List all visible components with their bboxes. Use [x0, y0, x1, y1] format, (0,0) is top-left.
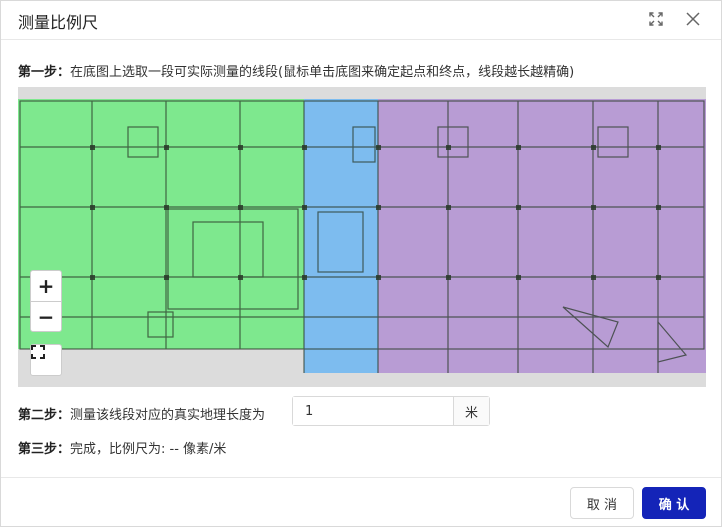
floorplan-map[interactable]: + −	[18, 87, 706, 387]
dialog-title: 测量比例尺	[18, 13, 99, 32]
zoom-out-button[interactable]: −	[31, 301, 61, 332]
scale-dialog: 测量比例尺 第一步：在底图上选取一段可实际测量的线段(鼠标单击底图来确定起点和终…	[0, 0, 722, 527]
unit-label: 米	[453, 397, 489, 425]
fullscreen-icon[interactable]	[30, 344, 62, 376]
purple-zone	[378, 99, 706, 373]
step-1-text: 在底图上选取一段可实际测量的线段(鼠标单击底图来确定起点和终点，线段越长越精确)	[70, 65, 575, 80]
step-2-text: 测量该线段对应的真实地理长度为	[70, 408, 266, 423]
dialog-header: 测量比例尺	[1, 1, 721, 40]
length-input[interactable]	[293, 397, 453, 425]
maximize-icon[interactable]	[646, 9, 666, 29]
close-icon[interactable]	[683, 9, 703, 29]
step-3-text: 完成，比例尺为: -- 像素/米	[70, 442, 227, 457]
blue-zone	[304, 99, 378, 373]
length-input-group: 米	[292, 396, 490, 426]
step-2-label: 第二步：	[18, 408, 71, 423]
zoom-control: + −	[30, 270, 62, 332]
step-3-label: 第三步：	[18, 442, 71, 457]
confirm-button[interactable]: 确 认	[642, 487, 706, 519]
step-2: 第二步：测量该线段对应的真实地理长度为	[18, 404, 265, 423]
floorplan-drawing	[18, 99, 706, 373]
cancel-button[interactable]: 取 消	[570, 487, 634, 519]
step-3: 第三步：完成，比例尺为: -- 像素/米	[18, 438, 226, 457]
step-1: 第一步：在底图上选取一段可实际测量的线段(鼠标单击底图来确定起点和终点，线段越长…	[18, 61, 574, 80]
step-1-label: 第一步：	[18, 65, 71, 80]
zoom-in-button[interactable]: +	[31, 271, 61, 301]
dialog-footer	[1, 477, 721, 478]
